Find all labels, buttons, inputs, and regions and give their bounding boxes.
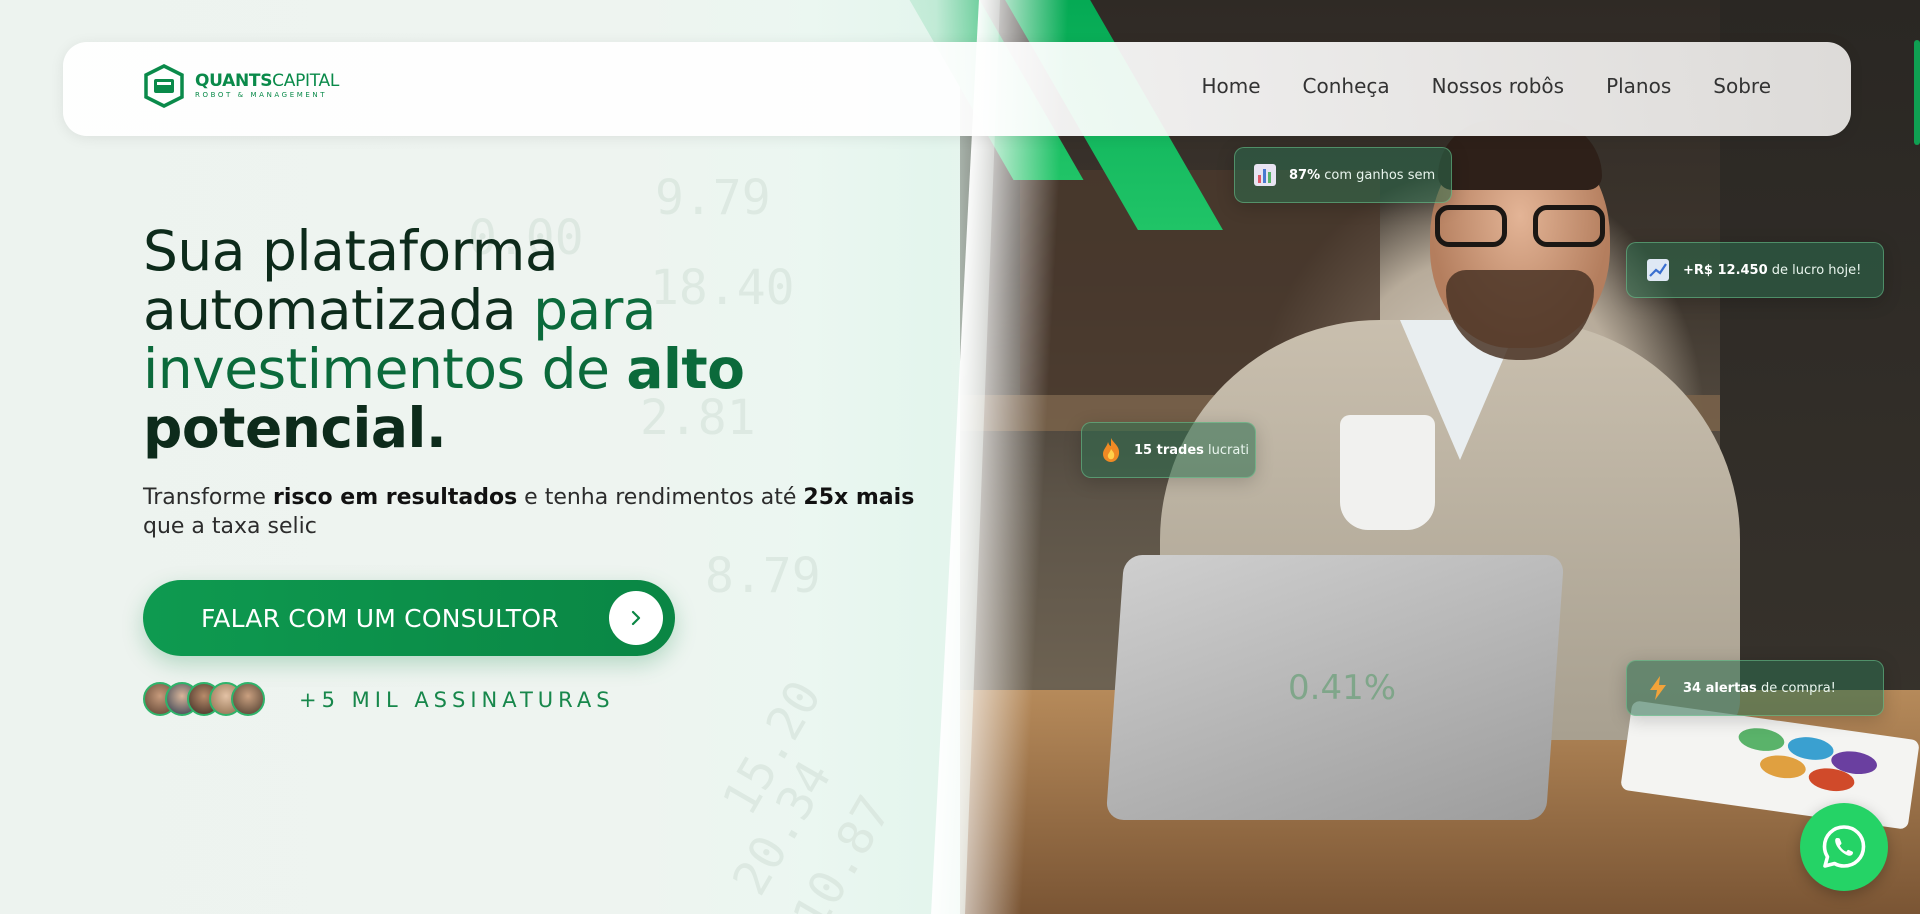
bg-ticker: 9.79 bbox=[655, 170, 771, 226]
nav-home[interactable]: Home bbox=[1201, 74, 1260, 98]
person-glasses bbox=[1435, 205, 1605, 249]
avatar bbox=[231, 682, 265, 716]
hero-title-part1: Sua plataforma automatizada bbox=[143, 219, 559, 342]
nav-nossos-robos[interactable]: Nossos robôs bbox=[1432, 74, 1564, 98]
main-nav: Home Conheça Nossos robôs Planos Sobre bbox=[1201, 74, 1771, 98]
badge-text: 15 trades lucrati bbox=[1134, 442, 1250, 458]
chevron-right-icon bbox=[609, 591, 663, 645]
badge-text: +R$ 12.450 de lucro hoje! bbox=[1683, 262, 1862, 278]
badge-gains: 87% com ganhos sem bbox=[1234, 147, 1452, 203]
nav-planos[interactable]: Planos bbox=[1606, 74, 1671, 98]
logo-wordmark: QUANTSCAPITAL ROBOT & MANAGEMENT bbox=[195, 73, 339, 99]
landing-page: 0.41% 9.79 8.79 15.20 20.34 10.87 0.00 2… bbox=[0, 0, 1920, 914]
hero-title-part4: potencial. bbox=[143, 396, 447, 460]
subscriber-avatars bbox=[143, 682, 265, 716]
whatsapp-button[interactable] bbox=[1800, 803, 1888, 891]
laptop-figure: 0.41% bbox=[1288, 668, 1397, 708]
coffee-cup bbox=[1340, 415, 1435, 530]
brand-tagline: ROBOT & MANAGEMENT bbox=[195, 91, 328, 99]
hero-title: Sua plataforma automatizada para investi… bbox=[143, 222, 863, 458]
lightning-icon bbox=[1645, 675, 1671, 701]
badge-text: 87% com ganhos sem bbox=[1289, 167, 1436, 183]
brand-name-light: CAPITAL bbox=[272, 71, 340, 91]
nav-sobre[interactable]: Sobre bbox=[1713, 74, 1771, 98]
hero-title-part3: alto bbox=[626, 337, 745, 401]
hero-subtitle: Transforme risco em resultados e tenha r… bbox=[143, 485, 915, 539]
badge-text: 34 alertas de compra! bbox=[1683, 680, 1836, 696]
talk-to-consultant-button[interactable]: FALAR COM UM CONSULTOR bbox=[143, 580, 675, 656]
brand-logo[interactable]: QUANTSCAPITAL ROBOT & MANAGEMENT bbox=[143, 64, 339, 108]
cta-label: FALAR COM UM CONSULTOR bbox=[201, 604, 559, 633]
whatsapp-icon bbox=[1822, 825, 1866, 868]
site-header: QUANTSCAPITAL ROBOT & MANAGEMENT Home Co… bbox=[63, 42, 1851, 136]
scrollbar-thumb[interactable] bbox=[1914, 40, 1920, 145]
badge-alerts: 34 alertas de compra! bbox=[1626, 660, 1884, 716]
fire-icon bbox=[1100, 437, 1122, 463]
badge-trades: 15 trades lucrati bbox=[1081, 422, 1256, 478]
bg-ticker: 8.79 bbox=[705, 548, 821, 604]
nav-conheca[interactable]: Conheça bbox=[1303, 74, 1390, 98]
brand-name-bold: QUANTS bbox=[195, 71, 273, 91]
bar-chart-icon bbox=[1253, 162, 1277, 188]
subscriptions-count: +5 MIL ASSINATURAS bbox=[299, 688, 615, 712]
badge-profit: +R$ 12.450 de lucro hoje! bbox=[1626, 242, 1884, 298]
trend-chart-icon bbox=[1645, 257, 1671, 283]
logo-icon bbox=[144, 64, 184, 108]
